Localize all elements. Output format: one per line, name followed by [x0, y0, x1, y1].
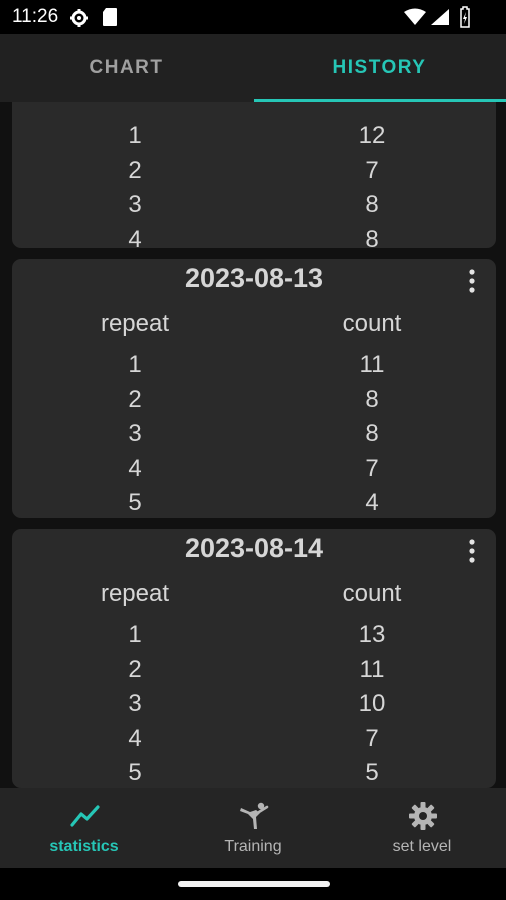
status-bar: 11:26	[0, 0, 506, 34]
battery-charging-icon	[460, 6, 470, 28]
nav-statistics-label: statistics	[49, 838, 119, 855]
column-header-count: count	[342, 580, 402, 607]
repeat-value: 5	[128, 759, 142, 786]
repeat-value: 2	[128, 157, 142, 184]
nav-set-level[interactable]: set level	[338, 788, 506, 868]
system-navigation-bar	[0, 868, 506, 900]
nav-set-level-label: set level	[392, 838, 452, 855]
settings-gear-icon	[70, 9, 88, 27]
status-time: 11:26	[12, 6, 59, 27]
count-value: 11	[359, 351, 385, 378]
more-vert-icon[interactable]	[460, 268, 484, 294]
repeat-value: 4	[128, 725, 142, 752]
signal-icon	[431, 9, 449, 25]
repeat-value: 3	[128, 420, 142, 447]
card-date: 2023-08-13	[184, 263, 324, 293]
more-vert-icon[interactable]	[460, 538, 484, 564]
repeat-value: 2	[128, 656, 142, 683]
count-value: 4	[365, 489, 379, 516]
nav-statistics[interactable]: statistics	[0, 788, 168, 868]
repeat-value: 1	[128, 351, 142, 378]
repeat-value: 3	[128, 690, 142, 717]
history-card: 1 12 2 7 3 8 4 8 5 5	[12, 102, 496, 287]
repeat-value: 4	[128, 226, 142, 253]
column-header-repeat: repeat	[100, 580, 170, 607]
count-value: 8	[365, 191, 379, 218]
wifi-icon	[404, 8, 426, 25]
repeat-value: 5	[128, 489, 142, 516]
sd-card-icon	[103, 8, 117, 26]
card-date: 2023-08-14	[184, 533, 324, 563]
karate-kick-icon	[240, 802, 269, 829]
bottom-navigation: statistics Training set level	[0, 788, 506, 868]
count-value: 7	[365, 725, 379, 752]
count-value: 8	[365, 420, 379, 447]
count-value: 12	[358, 122, 386, 149]
history-card: 2023-08-14 repeat count 1 13 2 11 3 10 4…	[12, 529, 496, 788]
column-header-repeat: repeat	[100, 310, 170, 337]
history-list[interactable]: 1 12 2 7 3 8 4 8 5 5 2023-08-13 repeat c…	[0, 102, 506, 788]
count-value: 7	[365, 455, 379, 482]
count-value: 5	[365, 759, 379, 786]
tab-history[interactable]: HISTORY	[253, 34, 506, 102]
home-gesture-handle[interactable]	[178, 881, 330, 887]
count-value: 13	[358, 621, 386, 648]
trending-up-icon	[70, 805, 100, 827]
tab-chart[interactable]: CHART	[0, 34, 253, 102]
count-value: 7	[365, 157, 379, 184]
gear-icon	[409, 802, 437, 830]
repeat-value: 3	[128, 191, 142, 218]
history-card: 2023-08-13 repeat count 1 11 2 8 3 8 4 7…	[12, 259, 496, 518]
tab-bar: CHART HISTORY	[0, 34, 506, 102]
count-value: 11	[359, 656, 385, 683]
count-value: 8	[365, 226, 379, 253]
repeat-value: 4	[128, 455, 142, 482]
repeat-value: 1	[128, 122, 142, 149]
nav-training[interactable]: Training	[169, 788, 337, 868]
nav-training-label: Training	[224, 838, 282, 855]
column-header-count: count	[342, 310, 402, 337]
repeat-value: 2	[128, 386, 142, 413]
count-value: 10	[358, 690, 386, 717]
repeat-value: 1	[128, 621, 142, 648]
count-value: 8	[365, 386, 379, 413]
